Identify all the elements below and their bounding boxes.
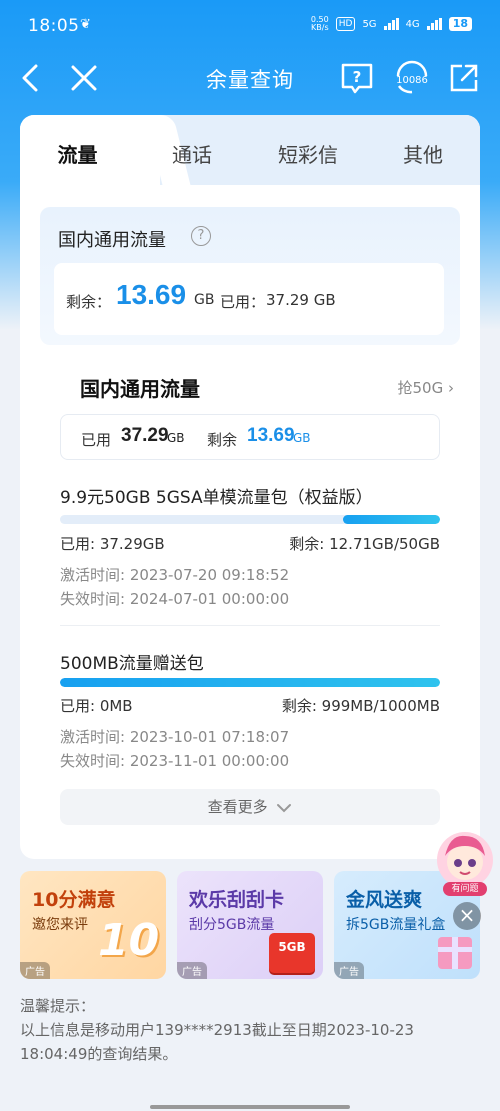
overview-used-value: 37.29 (121, 425, 169, 446)
package-usage-row: 已用: 0MB 剩余: 999MB/1000MB (60, 695, 440, 716)
tab-messages[interactable]: 短彩信 (265, 139, 351, 168)
question-icon[interactable]: ? (191, 226, 211, 246)
help-label: 有问题 (451, 884, 479, 894)
package-activated: 激活时间: 2023-07-20 09:18:52 (60, 566, 290, 584)
ad-title: 金风送爽 (346, 889, 423, 911)
network-type-2: 4G (405, 18, 420, 30)
package-name: 9.9元50GB 5GSA单模流量包（权益版） (60, 488, 373, 508)
package-expires: 失效时间: 2023-11-01 00:00:00 (60, 752, 290, 770)
section-title: 国内通用流量 (80, 377, 200, 401)
ad-subtitle: 拆5GB流量礼盒 (346, 917, 446, 933)
notice-line-1: 以上信息是移动用户139****2913截止至日期2023-10-23 (20, 1021, 414, 1039)
remaining-label: 剩余： (66, 293, 112, 311)
package-name: 500MB流量赠送包 (60, 654, 204, 674)
grab-50g-link[interactable]: 抢50G › (398, 377, 455, 398)
chevron-down-icon (276, 790, 292, 826)
package-used: 已用: 37.29GB (60, 535, 165, 553)
help-icon[interactable]: ? (340, 62, 374, 94)
gift-box-icon (438, 937, 472, 969)
overview-remain-label: 剩余 (207, 431, 238, 449)
notice: 温馨提示： 以上信息是移动用户139****2913截止至日期2023-10-2… (20, 994, 480, 1066)
summary-title: 国内通用流量 (58, 230, 166, 251)
package-expires: 失效时间: 2024-07-01 00:00:00 (60, 590, 290, 608)
hd-icon: HD (335, 17, 356, 31)
usage-overview: 已用 37.29 GB 剩余 13.69 GB (60, 414, 440, 460)
package-progress-bar (60, 515, 440, 524)
customer-service-icon[interactable]: 10086 (392, 58, 432, 96)
tab-bar: 流量 通话 短彩信 其他 (20, 115, 480, 187)
package-used: 已用: 0MB (60, 697, 133, 715)
ad-title: 欢乐刮刮卡 (189, 889, 285, 911)
ad-card-scratch[interactable]: 欢乐刮刮卡 刮分5GB流量 5GB 广告 (177, 871, 323, 979)
ad-card-survey[interactable]: 10分满意 邀您来评 10 广告 (20, 871, 166, 979)
overview-used-label: 已用 (81, 431, 112, 449)
share-icon[interactable] (448, 62, 480, 94)
package-progress-fill (343, 515, 440, 524)
status-icons: 0.50 KB/s HD 5G 4G 18 (311, 16, 472, 32)
close-icon[interactable]: × (453, 902, 481, 930)
signal-icon (426, 18, 442, 30)
status-bar: 18:05 ❦ 0.50 KB/s HD 5G 4G 18 (0, 0, 500, 52)
view-more-button[interactable]: 查看更多 (60, 789, 440, 825)
notice-line-2: 18:04:49的查询结果。 (20, 1045, 178, 1063)
package-remaining: 剩余: 12.71GB/50GB (289, 535, 440, 553)
network-speed: 0.50 KB/s (310, 15, 329, 32)
signal-icon (383, 18, 399, 30)
overview-used-unit: GB (167, 431, 185, 445)
ad-subtitle: 刮分5GB流量 (189, 917, 275, 933)
package-usage-row: 已用: 37.29GB 剩余: 12.71GB/50GB (60, 533, 440, 554)
red-envelope-icon: 5GB (269, 933, 315, 973)
package-progress-bar (60, 678, 440, 687)
summary-values: 剩余： 13.69 GB 已用： 37.29 GB (54, 263, 444, 335)
overview-remain-unit: GB (293, 431, 311, 445)
ad-label: 广告 (334, 962, 364, 979)
tab-other[interactable]: 其他 (383, 139, 463, 168)
leaf-icon: ❦ (80, 17, 91, 32)
chevron-right-icon: › (448, 379, 454, 397)
tab-calls[interactable]: 通话 (152, 139, 232, 168)
used-value: 37.29 GB (266, 291, 336, 309)
divider (60, 625, 440, 626)
remaining-value: 13.69 (116, 279, 187, 310)
battery-icon: 18 (448, 17, 472, 31)
home-indicator (150, 1105, 350, 1109)
ad-label: 广告 (177, 962, 207, 979)
package-remaining: 剩余: 999MB/1000MB (281, 697, 440, 715)
network-type-1: 5G (362, 18, 377, 30)
overview-remain-value: 13.69 (247, 425, 295, 446)
floating-help-avatar[interactable]: 有问题 (432, 830, 498, 898)
service-number: 10086 (396, 75, 428, 86)
data-summary-card: 国内通用流量 ? 剩余： 13.69 GB 已用： 37.29 GB (40, 207, 460, 345)
svg-text:?: ? (353, 68, 362, 86)
ad-subtitle: 邀您来评 (32, 917, 88, 933)
package-activated: 激活时间: 2023-10-01 07:18:07 (60, 728, 290, 746)
clock: 18:05 (28, 16, 80, 36)
ad-label: 广告 (20, 962, 50, 979)
nav-bar: 余量查询 ? 10086 (0, 52, 500, 104)
ad-deco-ten: 10 (98, 915, 160, 966)
balance-panel: 流量 通话 短彩信 其他 国内通用流量 ? 剩余： 13.69 GB 已用： 3… (20, 115, 480, 859)
remaining-unit: GB (194, 292, 215, 308)
tab-data[interactable]: 流量 (20, 139, 135, 168)
notice-title: 温馨提示： (20, 997, 96, 1015)
ad-title: 10分满意 (32, 889, 116, 911)
package-progress-fill (60, 678, 440, 687)
used-label: 已用： (220, 293, 266, 311)
